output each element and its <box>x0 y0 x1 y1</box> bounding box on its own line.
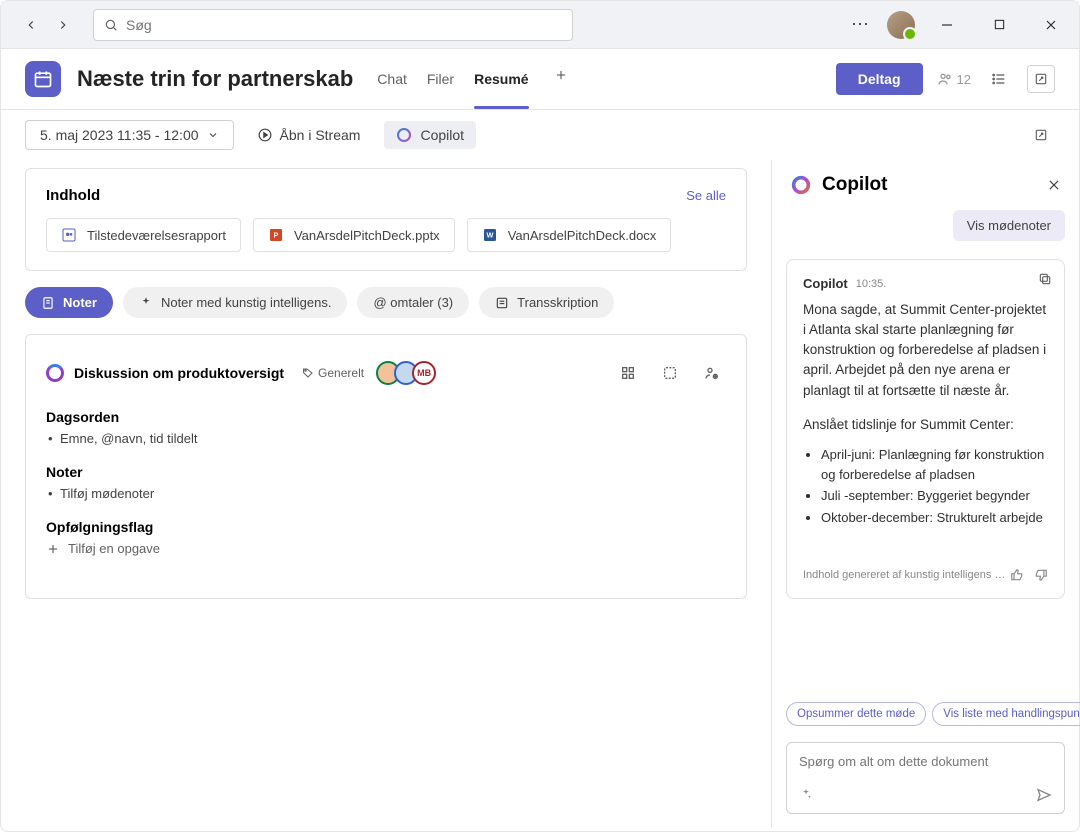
copilot-input[interactable] <box>799 754 1052 769</box>
expand-icon[interactable] <box>656 359 684 387</box>
notes-card: Diskussion om produktoversigt Generelt M… <box>25 334 747 599</box>
titlebar: ⋯ <box>1 1 1079 49</box>
copilot-toggle[interactable]: Copilot <box>384 121 476 149</box>
meeting-title: Næste trin for partnerskab <box>77 66 353 92</box>
add-tab-button[interactable] <box>549 63 573 87</box>
svg-text:W: W <box>486 231 493 240</box>
participants-count[interactable]: 12 <box>937 71 971 87</box>
suggestion-summarize[interactable]: Opsummer dette møde <box>786 702 926 726</box>
more-icon[interactable]: ⋯ <box>845 14 875 35</box>
tab-recap[interactable]: Resumé <box>474 63 528 95</box>
msg-body: Mona sagde, at Summit Center-projektet i… <box>803 300 1048 401</box>
window-minimize[interactable] <box>927 9 967 41</box>
copilot-composer[interactable] <box>786 742 1065 814</box>
notes-heading: Noter <box>46 464 726 480</box>
search-input[interactable] <box>126 17 562 33</box>
notes-tag[interactable]: Generelt <box>294 364 372 382</box>
loop-icon <box>46 364 64 382</box>
pill-mentions[interactable]: @ omtaler (3) <box>357 287 469 318</box>
sparkle-prompt-icon[interactable] <box>799 787 813 803</box>
pill-ai-notes[interactable]: Noter med kunstig intelligens. <box>123 287 348 318</box>
grid-icon[interactable] <box>614 359 642 387</box>
open-in-stream[interactable]: Åbn i Stream <box>246 121 373 149</box>
pill-transcript[interactable]: Transskription <box>479 287 614 318</box>
tab-chat[interactable]: Chat <box>377 63 407 95</box>
recap-main: Indhold Se alle Tilstedeværelsesrapport … <box>1 160 771 828</box>
see-all-link[interactable]: Se alle <box>686 188 726 203</box>
copilot-logo-icon <box>790 174 812 196</box>
agenda-item[interactable]: Emne, @navn, tid tildelt <box>60 431 726 446</box>
thumbs-down-icon[interactable] <box>1034 568 1048 582</box>
notes-title: Diskussion om produktoversigt <box>74 365 284 381</box>
notes-item[interactable]: Tilføj mødenoter <box>60 486 726 501</box>
play-icon <box>258 128 272 142</box>
recap-toolbar: 5. maj 2023 11:35 - 12:00 Åbn i Stream C… <box>1 109 1079 160</box>
people-icon <box>937 71 953 87</box>
list-icon[interactable] <box>985 65 1013 93</box>
search-icon <box>104 18 118 32</box>
followup-heading: Opfølgningsflag <box>46 519 726 535</box>
ai-disclaimer: Indhold genereret af kunstig intelligens… <box>803 567 1005 584</box>
copilot-icon <box>396 127 412 143</box>
prompt-suggestions: Opsummer dette møde Vis liste med handli… <box>772 694 1079 734</box>
teams-file-icon <box>61 227 77 243</box>
content-heading: Indhold <box>46 187 100 204</box>
copy-icon[interactable] <box>1038 272 1052 286</box>
send-icon[interactable] <box>1036 787 1052 803</box>
share-people-icon[interactable] <box>698 359 726 387</box>
agenda-heading: Dagsorden <box>46 409 726 425</box>
copilot-title: Copilot <box>822 174 887 196</box>
date-range-selector[interactable]: 5. maj 2023 11:35 - 12:00 <box>25 120 234 150</box>
close-copilot-button[interactable] <box>1047 178 1061 192</box>
svg-text:P: P <box>274 231 279 240</box>
powerpoint-icon: P <box>268 227 284 243</box>
word-icon: W <box>482 227 498 243</box>
content-card: Indhold Se alle Tilstedeværelsesrapport … <box>25 168 747 271</box>
meeting-icon <box>25 61 61 97</box>
tab-files[interactable]: Filer <box>427 63 454 95</box>
show-meeting-notes-button[interactable]: Vis mødenoter <box>953 210 1065 241</box>
tag-icon <box>302 367 314 379</box>
copilot-message: Copilot 10:35. Mona sagde, at Summit Cen… <box>786 259 1065 599</box>
notes-icon <box>41 296 55 310</box>
timeline-item: Juli -september: Byggeriet begynder <box>821 486 1048 506</box>
plus-icon <box>46 542 60 556</box>
add-task-button[interactable]: Tilføj en opgave <box>46 541 726 556</box>
timeline-item: Oktober-december: Strukturelt arbejde <box>821 508 1048 528</box>
file-attendance-report[interactable]: Tilstedeværelsesrapport <box>46 218 241 252</box>
window-maximize[interactable] <box>979 9 1019 41</box>
sparkle-icon <box>139 296 153 310</box>
join-button[interactable]: Deltag <box>836 63 923 95</box>
nav-forward[interactable] <box>49 11 77 39</box>
timeline-item: April-juni: Planlægning før konstruktion… <box>821 445 1048 484</box>
msg-author: Copilot <box>803 274 848 294</box>
notes-filter-pills: Noter Noter med kunstig intelligens. @ o… <box>25 287 747 318</box>
search-box[interactable] <box>93 9 573 41</box>
chevron-down-icon <box>207 129 219 141</box>
window-close[interactable] <box>1031 9 1071 41</box>
file-docx[interactable]: W VanArsdelPitchDeck.docx <box>467 218 672 252</box>
copilot-panel: Copilot Vis mødenoter Copilot 10:35. Mon… <box>771 160 1079 828</box>
transcript-icon <box>495 296 509 310</box>
popout-icon[interactable] <box>1027 65 1055 93</box>
msg-time: 10:35. <box>856 276 887 293</box>
suggestion-action-items[interactable]: Vis liste med handlingspunkter <box>932 702 1080 726</box>
timeline-heading: Anslået tidslinje for Summit Center: <box>803 415 1048 435</box>
meeting-header: Næste trin for partnerskab Chat Filer Re… <box>1 49 1079 109</box>
popout-toolbar-icon[interactable] <box>1027 121 1055 149</box>
nav-back[interactable] <box>17 11 45 39</box>
user-avatar[interactable] <box>887 11 915 39</box>
file-pptx[interactable]: P VanArsdelPitchDeck.pptx <box>253 218 455 252</box>
thumbs-up-icon[interactable] <box>1010 568 1024 582</box>
avatar: MB <box>412 361 436 385</box>
note-collaborators[interactable]: MB <box>382 361 436 385</box>
pill-notes[interactable]: Noter <box>25 287 113 318</box>
